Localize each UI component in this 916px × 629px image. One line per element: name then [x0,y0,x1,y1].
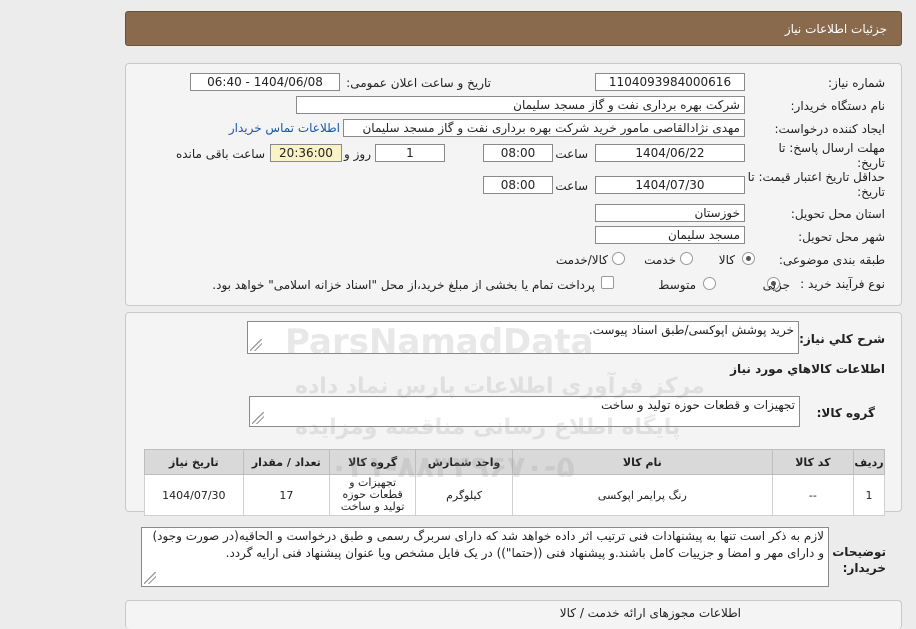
treasury-payment-checkbox[interactable] [601,276,614,289]
goods-group-textarea[interactable]: تجهیزات و قطعات حوزه تولید و ساخت [249,396,800,427]
treasury-payment-note: پرداخت تمام یا بخشی از مبلغ خرید،از محل … [212,278,595,292]
description-resize-handle[interactable] [250,339,262,351]
buyer-contact-link[interactable]: اطلاعات تماس خریدار [229,121,340,135]
buyer-org-field[interactable]: شرکت بهره برداری نفت و گاز مسجد سلیمان [296,96,745,114]
description-textarea[interactable]: خرید پوشش اپوکسی/طبق اسناد پیوست. [247,321,799,354]
description-label: شرح کلي نياز: [799,332,885,346]
reply-deadline-time-label: ساعت [555,147,588,161]
cell-goods-code: -- [771,474,854,516]
remaining-time-label: ساعت باقی مانده [175,147,265,161]
process-option-medium-label: متوسط [658,278,696,292]
col-goods-name: نام کالا [511,449,773,475]
col-unit: واحد شمارش [415,449,513,475]
category-option-goods-service-label: کالا/خدمت [555,253,608,267]
city-label: شهر محل تحویل: [798,230,885,244]
requester-label: ایجاد کننده درخواست: [774,122,885,136]
category-radio-goods-service[interactable] [612,252,625,265]
need-number-field[interactable]: 1104093984000616 [595,73,745,91]
announce-datetime-field[interactable]: 1404/06/08 - 06:40 [190,73,340,91]
category-radio-goods[interactable] [742,252,755,265]
price-validity-date-field[interactable]: 1404/07/30 [595,176,745,194]
requester-field[interactable]: مهدی نژادالقاصی مامور خرید شرکت بهره برد… [343,119,745,137]
permits-panel [125,600,902,629]
col-goods-group: گروه کالا [328,449,417,475]
table-header-row: ردیف کد کالا نام کالا واحد شمارش گروه کا… [144,449,886,475]
reply-deadline-days-field[interactable]: 1 [375,144,445,162]
buyer-org-label: نام دستگاه خریدار: [790,99,886,113]
goods-group-text: تجهیزات و قطعات حوزه تولید و ساخت [600,398,795,412]
col-quantity: تعداد / مقدار [242,449,330,475]
process-radio-medium[interactable] [703,277,716,290]
page-header: جزئیات اطلاعات نیاز [125,11,902,46]
cell-quantity: 17 [242,474,330,516]
page-title: جزئیات اطلاعات نیاز [784,22,887,36]
goods-group-resize-handle[interactable] [252,412,264,424]
announce-datetime-label: تاریخ و ساعت اعلان عمومی: [346,76,491,90]
process-label: نوع فرآیند خرید : [800,277,885,291]
process-option-small-label: جزیی [762,278,790,292]
price-validity-time-label: ساعت [555,179,588,193]
province-field[interactable]: خوزستان [595,204,745,222]
buyer-notes-textarea[interactable]: لازم به ذکر است تنها به پیشنهادات فنی تر… [141,527,829,587]
remaining-time-field[interactable]: 20:36:00 [270,144,342,162]
category-option-service-label: خدمت [644,253,676,267]
goods-section-title: اطلاعات کالاهاي مورد نياز [730,362,885,376]
price-validity-label: حداقل تاریخ اعتبار قیمت: تا تاریخ: [747,170,885,199]
city-field[interactable]: مسجد سلیمان [595,226,745,244]
buyer-notes-resize-handle[interactable] [144,572,156,584]
goods-group-label: گروه کالا: [816,406,875,420]
table-row[interactable]: 1 -- رنگ پرایمر اپوکسی کیلوگرم تجهیزات و… [144,474,886,516]
goods-table: ردیف کد کالا نام کالا واحد شمارش گروه کا… [144,449,886,516]
buyer-notes-label: توضیحات خریدار: [832,545,886,575]
category-option-goods-label: کالا [718,253,735,267]
cell-row-number: 1 [852,474,886,516]
days-label: روز و [344,147,371,161]
col-row-number: ردیف [852,449,886,475]
price-validity-time-field[interactable]: 08:00 [483,176,553,194]
reply-deadline-date-field[interactable]: 1404/06/22 [595,144,745,162]
cell-goods-name: رنگ پرایمر اپوکسی [511,474,773,516]
province-label: استان محل تحویل: [790,207,885,221]
col-goods-code: کد کالا [771,449,854,475]
need-number-label: شماره نیاز: [828,76,885,90]
reply-deadline-label: مهلت ارسال پاسخ: تا تاریخ: [778,141,885,170]
permits-section-title: اطلاعات مجوزهای ارائه خدمت / کالا [559,606,741,620]
description-text: خرید پوشش اپوکسی/طبق اسناد پیوست. [588,323,794,337]
cell-goods-group: تجهیزات و قطعات حوزه تولید و ساخت [328,474,417,516]
cell-need-date: 1404/07/30 [144,474,244,516]
reply-deadline-time-field[interactable]: 08:00 [483,144,553,162]
buyer-notes-text: لازم به ذکر است تنها به پیشنهادات فنی تر… [152,529,824,560]
col-need-date: تاریخ نیاز [144,449,244,475]
category-radio-service[interactable] [680,252,693,265]
cell-unit: کیلوگرم [415,474,513,516]
category-label: طبقه بندی موضوعی: [778,253,885,267]
